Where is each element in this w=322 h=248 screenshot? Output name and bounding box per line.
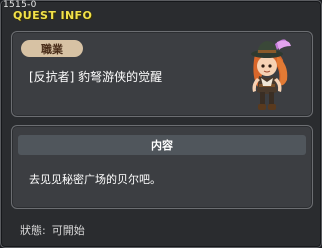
content-description: 去见见秘密广场的贝尔吧。 (29, 173, 161, 186)
job-panel: 職業 [反抗者] 豹弩游侠的觉醒 (11, 31, 313, 117)
content-header: 内容 (18, 135, 306, 155)
content-panel: 内容 去见见秘密广场的贝尔吧。 (11, 125, 313, 209)
quest-info-window: 1515-0 QUEST INFO 職業 [反抗者] 豹弩游侠的觉醒 内容 去见… (0, 0, 322, 248)
job-description: [反抗者] 豹弩游侠的觉醒 (29, 70, 163, 84)
npc-character-avatar-icon (251, 39, 291, 110)
quest-status: 狀態: 可開始 (20, 222, 85, 238)
status-value: 可開始 (51, 224, 85, 237)
job-tag: 職業 (21, 40, 83, 57)
status-label: 狀態: (20, 224, 46, 237)
window-title: QUEST INFO (13, 9, 93, 22)
